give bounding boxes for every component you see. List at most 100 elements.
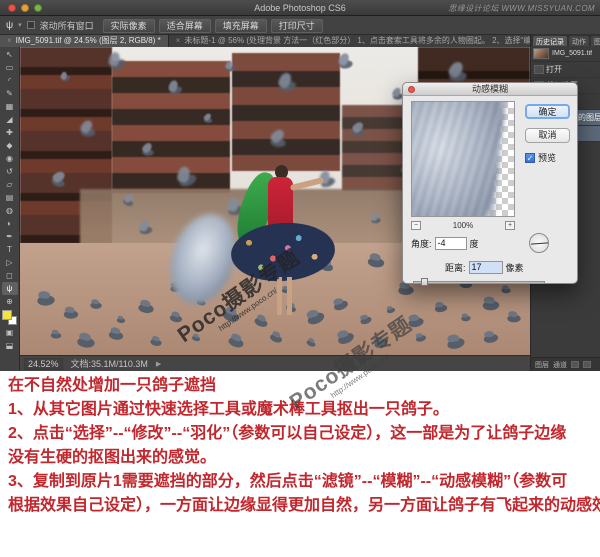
hand-tool-icon: ψ — [6, 20, 13, 31]
panel-tab-图层[interactable]: 图层 — [591, 36, 600, 46]
foreground-color-swatch[interactable] — [2, 310, 12, 320]
status-bar: 24.52% 文档:35.1M/110.3M ▶ — [20, 355, 530, 371]
marquee-tool-icon[interactable]: ▭ — [2, 61, 18, 74]
path-select-tool-icon[interactable]: ▷ — [2, 256, 18, 269]
preview-zoom-controls: − 100% + — [411, 221, 515, 230]
lasso-tool-icon[interactable]: ◜ — [2, 74, 18, 87]
pen-tool-icon[interactable]: ✒ — [2, 230, 18, 243]
panel-tab-row: 历史记录动作图层 — [531, 34, 600, 46]
pigeon — [339, 59, 354, 69]
document-tab-bar: ×IMG_5091.tif @ 24.5% (图层 2, RGB/8) * ×未… — [0, 35, 600, 47]
status-menu-arrow-icon[interactable]: ▶ — [156, 360, 161, 368]
dodge-tool-icon[interactable]: ◐ — [2, 217, 18, 230]
pigeon — [142, 149, 154, 156]
dialog-title-bar[interactable]: 动感模糊 — [403, 83, 577, 96]
distance-slider[interactable] — [413, 278, 545, 286]
zoom-out-button[interactable]: − — [411, 221, 421, 230]
preview-zoom-level: 100% — [453, 221, 473, 230]
instruction-line: 在不自然处增加一只鸽子遮挡 — [0, 374, 600, 398]
history-item[interactable]: 打开 — [531, 62, 600, 78]
missyuan-watermark: 思缘设计论坛 WWW.MISSYUAN.COM — [448, 3, 595, 14]
angle-input[interactable]: -4 — [435, 237, 467, 250]
quick-select-tool-icon[interactable]: ✎ — [2, 87, 18, 100]
woman-leg — [277, 277, 282, 315]
panel-icon[interactable] — [583, 361, 591, 368]
instruction-line: 2、点击“选择”--“修改”--“羽化”（参数可以自己设定），这一部是为了让鸽子… — [0, 422, 600, 446]
screen-mode-icon[interactable]: ⬓ — [2, 339, 18, 352]
dialog-title: 动感模糊 — [472, 84, 508, 94]
snapshot-thumbnail — [533, 48, 549, 59]
clone-stamp-tool-icon[interactable]: ◉ — [2, 152, 18, 165]
motion-blur-dialog: 动感模糊 − 100% + 角度: -4 度 距离: 17 像素 确定 取消 ✓… — [402, 82, 578, 284]
panel-icon[interactable] — [571, 361, 579, 368]
panel-tab-动作[interactable]: 动作 — [569, 36, 589, 46]
options-button-打印尺寸[interactable]: 打印尺寸 — [271, 19, 323, 33]
distance-input[interactable]: 17 — [469, 261, 503, 274]
healing-brush-tool-icon[interactable]: ✚ — [2, 126, 18, 139]
window-close-button[interactable] — [8, 4, 16, 12]
window-maximize-button[interactable] — [34, 4, 42, 12]
instruction-line: 1、从其它图片通过快速选择工具或魔术棒工具抠出一只鸽子。 — [0, 398, 600, 422]
pigeon — [90, 302, 102, 309]
color-swatches[interactable] — [2, 310, 18, 326]
distance-label: 距离: — [445, 261, 466, 274]
preview-label: 预览 — [538, 151, 556, 164]
zoom-tool-icon[interactable]: ⊕ — [2, 295, 18, 308]
mask-mode-icon[interactable]: ▣ — [2, 326, 18, 339]
history-snapshot[interactable]: IMG_5091.tif — [531, 46, 600, 62]
distance-row: 距离: 17 像素 — [445, 261, 524, 274]
ok-button[interactable]: 确定 — [525, 104, 570, 119]
document-tab-inactive[interactable]: ×未标题-1 @ 56% (处理背景 方法一（红色部分） 1、点击套索工具将多余… — [169, 35, 576, 47]
tools-panel: ↖▭◜✎▦◢✚◆◉↺▱▤◍◐✒T▷◻ψ⊕ ▣⬓ — [0, 47, 20, 371]
history-brush-tool-icon[interactable]: ↺ — [2, 165, 18, 178]
tutorial-text: 在不自然处增加一只鸽子遮挡1、从其它图片通过快速选择工具或魔术棒工具抠出一只鸽子… — [0, 374, 600, 518]
window-minimize-button[interactable] — [21, 4, 29, 12]
zoom-level-field[interactable]: 24.52% — [24, 358, 63, 370]
chevron-down-icon[interactable]: ▾ — [18, 21, 22, 29]
move-tool-icon[interactable]: ↖ — [2, 48, 18, 61]
angle-unit: 度 — [470, 237, 479, 250]
zoom-in-button[interactable]: + — [505, 221, 515, 230]
hand-tool-icon[interactable]: ψ — [2, 282, 18, 295]
scroll-all-windows-checkbox[interactable] — [27, 21, 35, 29]
tab-close-icon[interactable]: × — [176, 36, 181, 45]
shape-tool-icon[interactable]: ◻ — [2, 269, 18, 282]
cancel-button[interactable]: 取消 — [525, 128, 570, 143]
angle-row: 角度: -4 度 — [411, 237, 479, 250]
blur-preview-box[interactable] — [411, 101, 515, 217]
options-button-填充屏幕[interactable]: 填充屏幕 — [215, 19, 267, 33]
blurred-wing-preview — [411, 101, 506, 217]
layers-tab[interactable]: 图层 — [535, 360, 549, 370]
channels-tab[interactable]: 通道 — [553, 360, 567, 370]
gradient-tool-icon[interactable]: ▤ — [2, 191, 18, 204]
pigeon — [507, 315, 520, 323]
angle-label: 角度: — [411, 237, 432, 250]
eraser-tool-icon[interactable]: ▱ — [2, 178, 18, 191]
angle-needle — [531, 242, 548, 244]
options-buttons: 实际像素适合屏幕填充屏幕打印尺寸 — [99, 16, 323, 34]
options-button-实际像素[interactable]: 实际像素 — [103, 19, 155, 33]
dialog-close-button[interactable] — [408, 86, 415, 93]
woman-arm — [290, 177, 324, 191]
eyedropper-tool-icon[interactable]: ◢ — [2, 113, 18, 126]
document-size-info: 文档:35.1M/110.3M — [71, 357, 148, 370]
preview-checkbox[interactable]: ✓ — [525, 153, 535, 163]
panel-tab-历史记录[interactable]: 历史记录 — [533, 36, 567, 46]
dancing-woman — [235, 165, 335, 315]
options-button-适合屏幕[interactable]: 适合屏幕 — [159, 19, 211, 33]
document-tab-active[interactable]: ×IMG_5091.tif @ 24.5% (图层 2, RGB/8) * — [0, 35, 169, 47]
preview-checkbox-row: ✓ 预览 — [525, 151, 556, 164]
slider-thumb[interactable] — [421, 278, 428, 286]
brush-tool-icon[interactable]: ◆ — [2, 139, 18, 152]
title-bar: Adobe Photoshop CS6 思缘设计论坛 WWW.MISSYUAN.… — [0, 0, 600, 16]
instruction-line: 根据效果自己设定），一方面让边缘显得更加自然，另一方面让鸽子有飞起来的动感效果。 — [0, 494, 600, 518]
angle-dial[interactable] — [529, 233, 549, 253]
woman-leg — [287, 277, 292, 315]
slider-track — [413, 281, 545, 284]
tab-close-icon[interactable]: × — [7, 36, 12, 45]
instruction-line: 没有生硬的抠图出来的感觉。 — [0, 446, 600, 470]
crop-tool-icon[interactable]: ▦ — [2, 100, 18, 113]
distance-unit: 像素 — [506, 261, 524, 274]
blur-tool-icon[interactable]: ◍ — [2, 204, 18, 217]
type-tool-icon[interactable]: T — [2, 243, 18, 256]
